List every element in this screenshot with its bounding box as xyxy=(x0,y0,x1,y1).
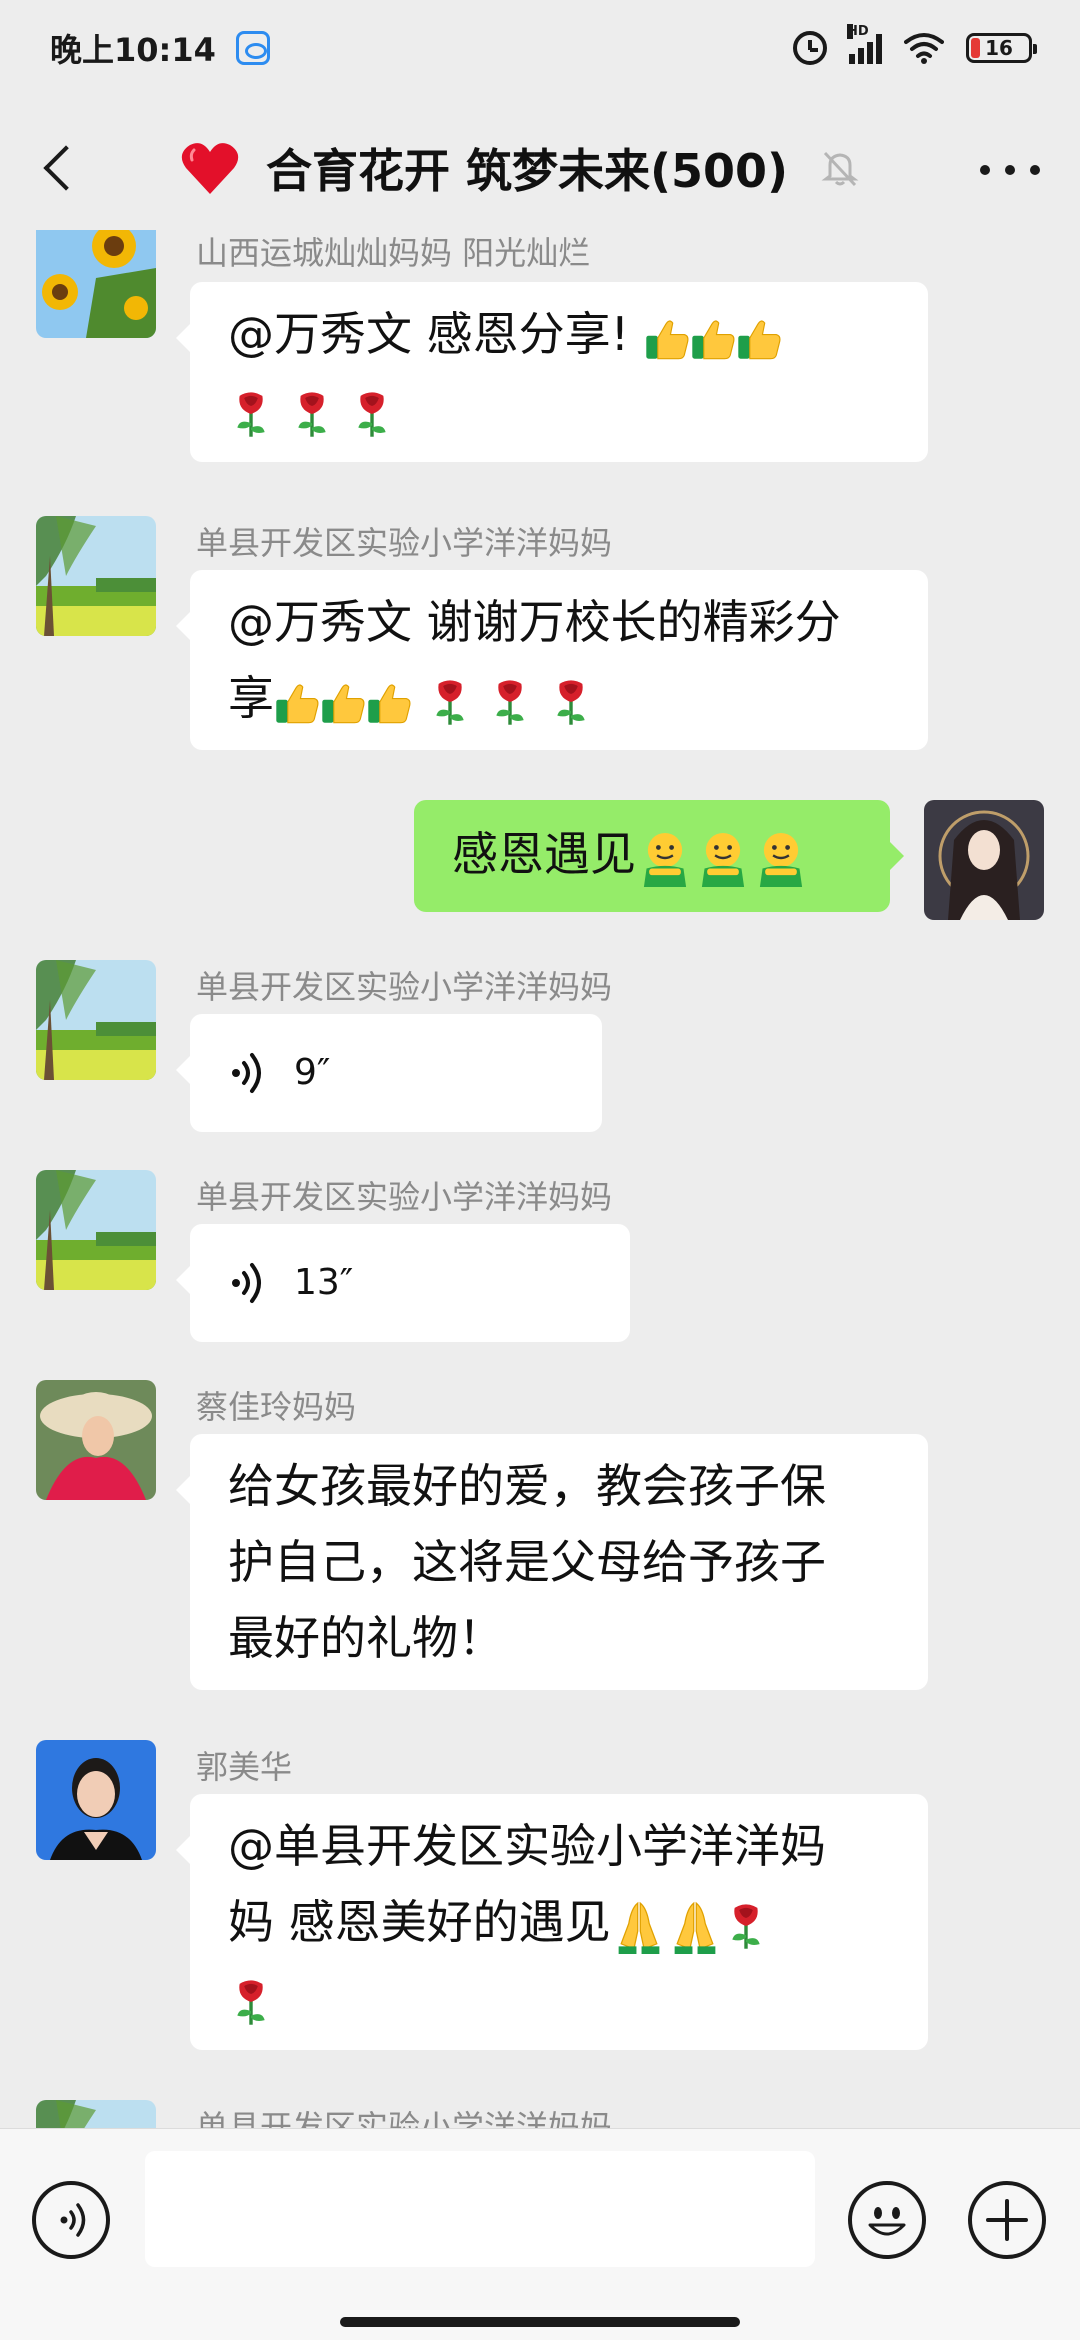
emoji-button[interactable] xyxy=(848,2181,926,2259)
rose-icon xyxy=(289,389,335,439)
message-bubble[interactable]: 给女孩最好的爱，教会孩子保 护自己，这将是父母给予孩子 最好的礼物！ xyxy=(176,1434,928,1690)
heart-icon xyxy=(181,143,239,194)
message-input[interactable] xyxy=(145,2151,815,2267)
status-left: 晚上10:14 xyxy=(50,25,270,71)
thumbs-up-icon xyxy=(366,679,412,725)
network-type-label: HD xyxy=(847,24,869,39)
avatar-tree-landscape[interactable] xyxy=(36,960,156,1080)
back-button[interactable] xyxy=(38,138,98,198)
hugging-face-icon xyxy=(752,829,810,887)
thumbs-up-icon xyxy=(644,315,690,361)
voice-duration: 9″ xyxy=(294,1052,331,1093)
emoji-icon xyxy=(868,2207,906,2236)
more-dot xyxy=(980,165,990,175)
more-dot xyxy=(1030,165,1040,175)
message-bubble[interactable]: @单县开发区实验小学洋洋妈 妈 感恩美好的遇见 xyxy=(176,1794,928,2050)
message-text: @单县开发区实验小学洋洋妈 xyxy=(228,1819,826,1873)
rose-icon xyxy=(548,677,594,727)
message-list[interactable]: 山西运城灿灿妈妈 阳光灿烂 @万秀文 感恩分享! 单县开发区实验小学洋洋妈妈 @… xyxy=(0,230,1080,2128)
status-right: HD 16 xyxy=(793,24,1037,65)
rose-icon xyxy=(723,1901,769,1951)
voice-duration: 13″ xyxy=(294,1262,354,1303)
message-text: 护自己，这将是父母给予孩子 xyxy=(228,1535,826,1589)
rose-icon xyxy=(487,677,533,727)
my-message-bubble[interactable]: 感恩遇见 xyxy=(414,800,904,912)
sender-name: 单县开发区实验小学洋洋妈妈 xyxy=(196,2108,613,2128)
sender-name: 山西运城灿灿妈妈 阳光灿烂 xyxy=(196,234,591,272)
thumbs-up-icon xyxy=(320,679,366,725)
sender-name: 郭美华 xyxy=(196,1748,293,1786)
thumbs-up-icon xyxy=(736,315,782,361)
message-text: 最好的礼物！ xyxy=(228,1611,504,1665)
signal-icon: HD xyxy=(847,24,882,64)
rose-icon xyxy=(349,389,395,439)
avatar-woman-blue-background[interactable] xyxy=(36,1740,156,1860)
message-text: @万秀文 谢谢万校长的精彩分 xyxy=(228,595,841,649)
rose-icon xyxy=(228,389,274,439)
voice-playback-icon xyxy=(228,1051,268,1095)
rose-icon xyxy=(427,677,473,727)
message-text-continued: 享 xyxy=(228,671,274,725)
message-bubble[interactable]: @万秀文 谢谢万校长的精彩分 享 xyxy=(176,570,928,750)
message-text: @万秀文 感恩分享! xyxy=(228,307,630,361)
input-bar xyxy=(0,2128,1080,2340)
notification-app-icon xyxy=(235,31,270,65)
avatar-self[interactable] xyxy=(924,800,1044,920)
voice-input-button[interactable] xyxy=(32,2181,110,2259)
hugging-face-icon xyxy=(694,829,752,887)
voice-message-bubble[interactable]: 13″ xyxy=(176,1224,630,1342)
more-functions-button[interactable] xyxy=(968,2181,1046,2259)
status-bar: 晚上10:14 HD 16 xyxy=(0,0,1080,96)
thumbs-up-icon xyxy=(274,679,320,725)
mute-bell-icon xyxy=(821,151,859,187)
message-text: 感恩遇见 xyxy=(452,827,636,881)
sender-name: 单县开发区实验小学洋洋妈妈 xyxy=(196,1178,613,1216)
sender-name: 单县开发区实验小学洋洋妈妈 xyxy=(196,968,613,1006)
chat-header: 合育花开 筑梦未来(500) xyxy=(0,110,1080,230)
message-text: 妈 感恩美好的遇见 xyxy=(228,1895,611,1949)
rose-icon xyxy=(228,1977,274,2027)
avatar-tree-landscape[interactable] xyxy=(36,1170,156,1290)
voice-playback-icon xyxy=(228,1261,268,1305)
plus-icon xyxy=(986,2199,1028,2241)
more-options-button[interactable] xyxy=(980,150,1040,190)
wifi-icon xyxy=(904,32,944,64)
chat-title-group[interactable]: 合育花开 筑梦未来(500) xyxy=(180,136,860,200)
sender-name: 蔡佳玲妈妈 xyxy=(196,1388,357,1426)
folded-hands-icon xyxy=(667,1898,723,1954)
battery-icon: 16 xyxy=(966,33,1037,63)
chat-title: 合育花开 筑梦未来(500) xyxy=(266,144,789,198)
home-indicator[interactable] xyxy=(340,2317,740,2327)
status-time: 晚上10:14 xyxy=(50,31,216,69)
avatar-sunflower[interactable] xyxy=(36,230,156,338)
message-bubble[interactable]: @万秀文 感恩分享! xyxy=(176,282,928,462)
avatar-tree-landscape[interactable] xyxy=(36,2100,156,2128)
sender-name: 单县开发区实验小学洋洋妈妈 xyxy=(196,524,613,562)
avatar-tree-landscape[interactable] xyxy=(36,516,156,636)
voice-message-bubble[interactable]: 9″ xyxy=(176,1014,602,1132)
folded-hands-icon xyxy=(611,1898,667,1954)
hugging-face-icon xyxy=(636,829,694,887)
battery-level: 16 xyxy=(985,36,1013,60)
alarm-icon xyxy=(793,31,827,65)
more-dot xyxy=(1005,165,1015,175)
voice-input-icon xyxy=(60,2203,86,2237)
thumbs-up-icon xyxy=(690,315,736,361)
avatar-woman-straw-hat[interactable] xyxy=(36,1380,156,1500)
message-text: 给女孩最好的爱，教会孩子保 xyxy=(228,1459,826,1513)
